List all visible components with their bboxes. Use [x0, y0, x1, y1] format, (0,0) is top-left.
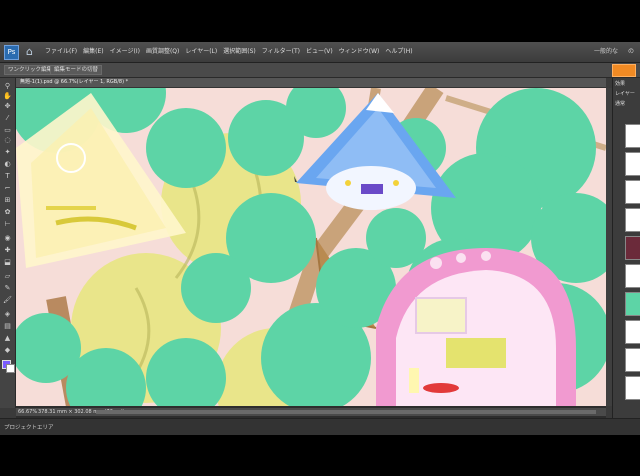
menu-image[interactable]: イメージ(I) — [107, 42, 143, 62]
layer-thumbnail[interactable] — [625, 264, 640, 288]
create-button[interactable] — [612, 64, 636, 77]
blend-mode-select[interactable]: 通常 — [615, 100, 625, 107]
brush-select-tool-icon[interactable]: ◐ — [3, 160, 12, 168]
menu-edit[interactable]: 編集(E) — [80, 42, 106, 62]
gradient-tool-icon[interactable]: ▤ — [3, 322, 12, 330]
menu-filter[interactable]: フィルター(T) — [259, 42, 303, 62]
drawing-canvas[interactable] — [16, 88, 606, 406]
app-logo-icon: Ps — [4, 45, 19, 60]
marquee-tool-icon[interactable]: ▭ — [3, 126, 12, 134]
panel-title-layers[interactable]: レイヤー — [615, 90, 635, 97]
project-bin-label[interactable]: プロジェクトエリア — [4, 423, 54, 431]
background-color-swatch[interactable] — [6, 364, 15, 373]
home-icon[interactable]: ⌂ — [23, 45, 36, 58]
eyedropper-tool-icon[interactable]: ⁄ — [3, 114, 12, 122]
menu-help[interactable]: ヘルプ(H) — [382, 42, 415, 62]
toolbox: ⚲ ✋ ✥ ⁄ ▭ ◌ ✦ ◐ T ⌐ ⊞ ✿ ⊢ ◉ ✚ ⬓ ▱ ✎ 🖌 ◈ … — [0, 78, 16, 408]
paint-bucket-tool-icon[interactable]: ◈ — [3, 310, 12, 318]
layer-thumbnail[interactable] — [625, 236, 640, 260]
recompose-tool-icon[interactable]: ⊞ — [3, 196, 12, 204]
layer-thumbnail[interactable] — [625, 124, 640, 148]
document-tab[interactable]: 無題-1(1).psd @ 66.7%(レイヤー 1, RGB/8) * — [16, 78, 606, 88]
type-tool-icon[interactable]: T — [3, 172, 12, 180]
zoom-tool-icon[interactable]: ⚲ — [3, 82, 12, 90]
document-title: 無題-1(1).psd @ 66.7%(レイヤー 1, RGB/8) * — [20, 79, 129, 85]
cookie-cutter-tool-icon[interactable]: ✿ — [3, 208, 12, 216]
panel-title-effects[interactable]: 効果 — [615, 80, 625, 87]
pencil-tool-icon[interactable]: ✎ — [3, 284, 12, 292]
lasso-tool-icon[interactable]: ◌ — [3, 136, 12, 144]
zoom-readout[interactable]: 66.67% — [18, 408, 37, 416]
tab-edit-mode[interactable]: 編集モードの切替 — [50, 65, 103, 75]
layer-thumbnail[interactable] — [625, 208, 640, 232]
hand-tool-icon[interactable]: ✋ — [3, 92, 12, 100]
move-tool-icon[interactable]: ✥ — [3, 102, 12, 110]
magic-wand-tool-icon[interactable]: ✦ — [3, 148, 12, 156]
brush-tool-icon[interactable]: 🖌 — [3, 296, 12, 304]
status-bar: 66.67% 378.31 mm × 302.08 mm (72 ppi) — [16, 408, 606, 416]
clone-stamp-tool-icon[interactable]: ⬓ — [3, 258, 12, 266]
menu-file[interactable]: ファイル(F) — [42, 42, 80, 62]
healing-brush-tool-icon[interactable]: ✚ — [3, 246, 12, 254]
layer-thumbnail[interactable] — [625, 320, 640, 344]
project-bin-bar: プロジェクトエリア — [0, 418, 640, 435]
layer-thumbnail[interactable] — [625, 180, 640, 204]
menu-window[interactable]: ウィンドウ(W) — [336, 42, 383, 62]
layer-thumbnail[interactable] — [625, 152, 640, 176]
eraser-tool-icon[interactable]: ▱ — [3, 272, 12, 280]
menu-right-area: 一般的な の — [594, 42, 634, 62]
blur-tool-icon[interactable]: ◆ — [3, 346, 12, 354]
menu-view[interactable]: ビュー(V) — [303, 42, 336, 62]
layer-thumbnail[interactable] — [625, 376, 640, 400]
straighten-tool-icon[interactable]: ⊢ — [3, 220, 12, 228]
layer-thumbnail[interactable] — [625, 292, 640, 316]
menu-bar: Ps ⌂ ファイル(F) 編集(E) イメージ(I) 画質調整(Q) レイヤー(… — [0, 42, 640, 63]
artwork — [16, 88, 606, 406]
workspace-extra[interactable]: の — [628, 42, 634, 62]
menu-select[interactable]: 選択範囲(S) — [220, 42, 259, 62]
workspace-switch[interactable]: 一般的な — [594, 42, 618, 62]
options-bar: ワンクリック編集 編集モードの切替 — [0, 63, 640, 78]
layer-thumbnail[interactable] — [625, 348, 640, 372]
horizontal-scrollbar[interactable] — [96, 410, 596, 414]
layers-panel: 効果 レイヤー 通常 — [612, 78, 640, 434]
menu-enhance[interactable]: 画質調整(Q) — [143, 42, 182, 62]
shape-tool-icon[interactable]: ▲ — [3, 334, 12, 342]
crop-tool-icon[interactable]: ⌐ — [3, 184, 12, 192]
menu-layer[interactable]: レイヤー(L) — [182, 42, 220, 62]
red-eye-tool-icon[interactable]: ◉ — [3, 234, 12, 242]
menu-list: ファイル(F) 編集(E) イメージ(I) 画質調整(Q) レイヤー(L) 選択… — [42, 42, 416, 62]
photo-editor-window: Ps ⌂ ファイル(F) 編集(E) イメージ(I) 画質調整(Q) レイヤー(… — [0, 42, 640, 435]
tab-one-click-edit[interactable]: ワンクリック編集 — [4, 65, 57, 75]
document-window: 無題-1(1).psd @ 66.7%(レイヤー 1, RGB/8) * 66.… — [16, 78, 606, 418]
